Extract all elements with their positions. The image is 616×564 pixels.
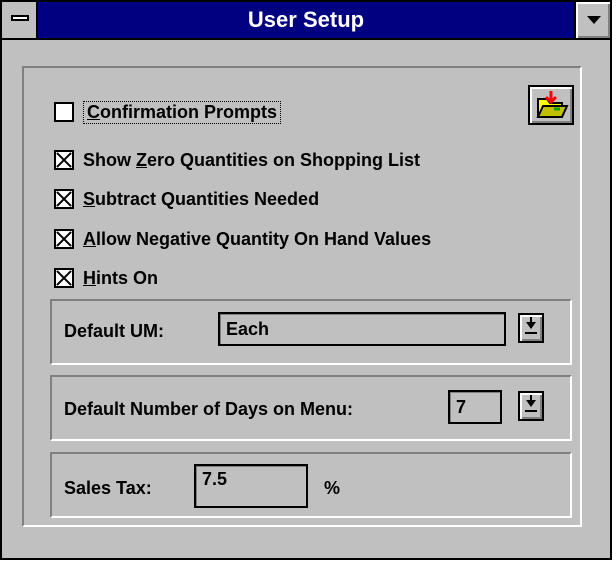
default-days-field[interactable]: 7 bbox=[448, 390, 502, 424]
checkbox-label: Subtract Quantities Needed bbox=[83, 188, 320, 209]
system-menu-icon bbox=[11, 15, 29, 21]
default-um-label: Default UM: bbox=[64, 321, 164, 341]
checkbox-confirmation-prompts[interactable]: Confirmation Prompts bbox=[54, 97, 282, 127]
checkbox-hints-on[interactable]: Hints On bbox=[54, 263, 158, 293]
checkbox-box[interactable] bbox=[54, 229, 74, 249]
system-menu-button[interactable] bbox=[2, 2, 38, 38]
open-folder-button[interactable] bbox=[528, 85, 574, 125]
sales-tax-label: Sales Tax: bbox=[64, 478, 152, 498]
checkbox-label: Hints On bbox=[83, 267, 158, 288]
checkbox-label: Confirmation Prompts bbox=[83, 100, 282, 124]
default-days-label: Default Number of Days on Menu: bbox=[64, 399, 354, 419]
minimize-button[interactable] bbox=[574, 2, 610, 38]
checkbox-allow-negative-quantity[interactable]: Allow Negative Quantity On Hand Values bbox=[54, 224, 431, 254]
default-um-dropdown-button[interactable] bbox=[518, 313, 544, 343]
open-folder-icon bbox=[536, 91, 569, 118]
checkbox-box[interactable] bbox=[54, 268, 74, 288]
title-bar: User Setup bbox=[2, 2, 610, 40]
checkbox-subtract-quantities[interactable]: Subtract Quantities Needed bbox=[54, 184, 319, 214]
default-um-field[interactable]: Each bbox=[218, 312, 506, 346]
user-setup-window: User Setup Confirmation Prompts Show Zer… bbox=[0, 0, 612, 560]
sales-tax-field[interactable]: 7.5 bbox=[194, 464, 308, 508]
sales-tax-unit: % bbox=[324, 478, 341, 498]
checkbox-box[interactable] bbox=[54, 150, 74, 170]
checkbox-label: Allow Negative Quantity On Hand Values bbox=[83, 228, 432, 249]
checkbox-show-zero-quantities[interactable]: Show Zero Quantities on Shopping List bbox=[54, 145, 420, 175]
default-days-dropdown-button[interactable] bbox=[518, 391, 544, 421]
checkbox-box[interactable] bbox=[54, 189, 74, 209]
checkbox-label: Show Zero Quantities on Shopping List bbox=[83, 149, 420, 170]
checkbox-box[interactable] bbox=[54, 102, 74, 122]
window-title: User Setup bbox=[247, 7, 365, 32]
minimize-arrow-icon bbox=[587, 16, 601, 24]
